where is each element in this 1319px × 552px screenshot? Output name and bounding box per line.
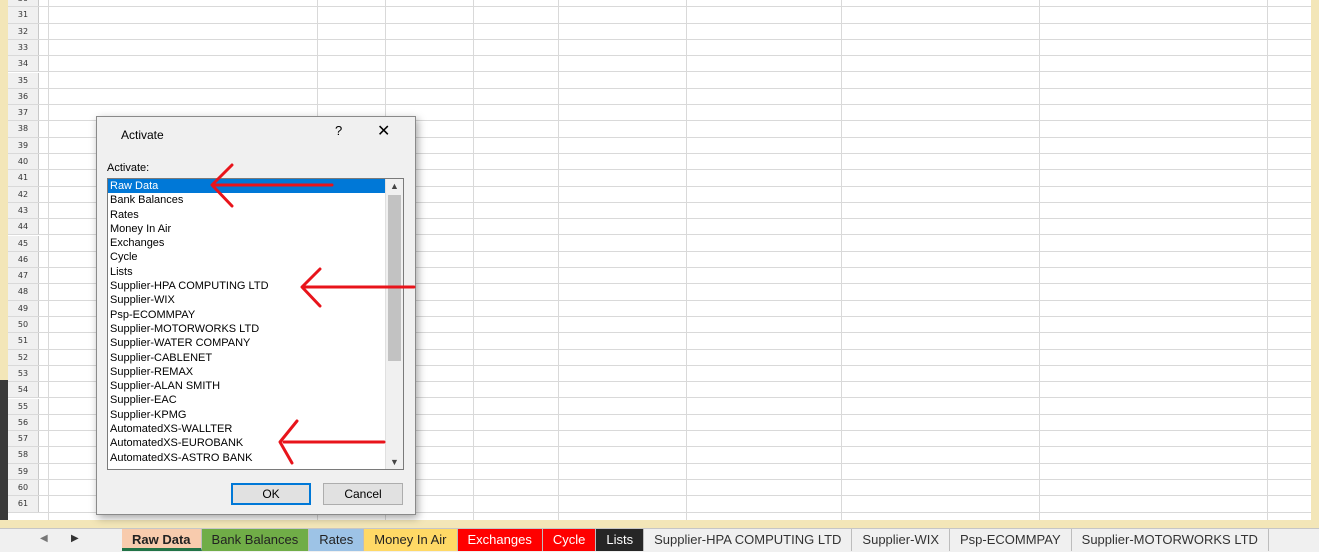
activate-dialog: Activate ? ✕ Activate: Raw Data Bank Bala… [96, 116, 416, 515]
sheet-tab[interactable]: Cycle [542, 529, 597, 551]
row-number[interactable]: 50 [8, 317, 39, 333]
sheet-list-item[interactable]: AutomatedXS-EUROBANK [108, 436, 387, 450]
help-icon[interactable]: ? [335, 123, 342, 138]
sheet-list-item[interactable]: AutomatedXS-ASTRO BANK [108, 451, 387, 465]
row-number[interactable]: 54 [8, 382, 39, 398]
row-number[interactable]: 47 [8, 268, 39, 284]
sheet-list-item[interactable]: AutomatedXS-WALLTER [108, 422, 387, 436]
row-number[interactable]: 42 [8, 186, 39, 202]
sheet-row[interactable]: 33 [8, 39, 1311, 57]
sheet-row[interactable]: 35 [8, 72, 1311, 89]
row-number[interactable]: 40 [8, 154, 39, 170]
row-number[interactable]: 53 [8, 365, 39, 382]
row-number[interactable]: 49 [8, 300, 39, 316]
sheet-tab[interactable]: Exchanges [457, 529, 543, 551]
row-number[interactable]: 33 [8, 39, 39, 56]
row-number[interactable]: 56 [8, 414, 39, 431]
row-number[interactable]: 60 [8, 480, 39, 496]
sheet-list-item[interactable]: Supplier-REMAX [108, 365, 387, 379]
row-number[interactable]: 55 [8, 398, 39, 414]
row-number[interactable]: 36 [8, 88, 39, 105]
sheet-row[interactable]: 31 [8, 7, 1311, 24]
row-number[interactable]: 32 [8, 23, 39, 39]
row-number[interactable]: 35 [8, 72, 39, 88]
listbox-scrollbar[interactable]: ▲ ▼ [385, 179, 403, 469]
row-number[interactable]: 41 [8, 170, 39, 186]
sheet-row[interactable]: 30 [8, 0, 1311, 8]
sheet-listbox[interactable]: Raw Data Bank Balances Rates Money In Air Ex… [107, 178, 404, 470]
sheet-tabs: Raw Data Bank Balances Rates Money In Air Ex… [122, 529, 1269, 552]
sheet-tab[interactable]: Bank Balances [201, 529, 310, 551]
row-number[interactable]: 46 [8, 251, 39, 268]
row-number[interactable]: 57 [8, 431, 39, 447]
scroll-thumb[interactable] [388, 195, 401, 361]
sheet-tab[interactable]: Raw Data [122, 529, 202, 551]
row-number[interactable]: 58 [8, 447, 39, 463]
close-icon[interactable]: ✕ [377, 121, 390, 141]
sheet-list-item[interactable]: Supplier-WATER COMPANY [108, 336, 387, 350]
sheet-tab[interactable]: Psp-ECOMMPAY [950, 529, 1072, 551]
sheet-list-item[interactable]: Psp-ECOMMPAY [108, 308, 387, 322]
row-number[interactable]: 59 [8, 463, 39, 479]
activate-label: Activate: [107, 162, 150, 174]
scroll-down-icon[interactable]: ▼ [386, 455, 403, 469]
row-number[interactable]: 31 [8, 7, 39, 23]
cancel-button[interactable]: Cancel [323, 483, 403, 505]
sheet-list-item[interactable]: Bank Balances [108, 193, 387, 207]
window-edge [0, 380, 8, 520]
row-number[interactable]: 39 [8, 137, 39, 153]
sheet-row[interactable]: 32 [8, 23, 1311, 40]
row-number[interactable]: 34 [8, 56, 39, 72]
row-number[interactable]: 43 [8, 202, 39, 219]
sheet-tab-bar: ◀ ▶ Raw Data Bank Balances Rates Money In A… [0, 528, 1319, 552]
sheet-list-item[interactable]: Exchanges [108, 236, 387, 250]
sheet-list-item[interactable]: Lists [108, 265, 387, 279]
sheet-list-item[interactable]: Raw Data [108, 179, 387, 194]
sheet-list-item[interactable]: Supplier-HPA COMPUTING LTD [108, 279, 387, 293]
sheet-list: Raw Data Bank Balances Rates Money In Air Ex… [108, 179, 387, 465]
row-number[interactable]: 44 [8, 219, 39, 235]
row-number[interactable]: 51 [8, 333, 39, 349]
row-number[interactable]: 48 [8, 284, 39, 300]
sheet-list-item[interactable]: Money In Air [108, 222, 387, 236]
row-number[interactable]: 52 [8, 349, 39, 365]
dialog-title: Activate [121, 128, 164, 142]
sheet-list-item[interactable]: Supplier-WIX [108, 293, 387, 307]
sheet-list-item[interactable]: Rates [108, 208, 387, 222]
sheet-list-item[interactable]: Supplier-KPMG [108, 408, 387, 422]
sheet-tab[interactable]: Rates [309, 529, 365, 551]
sheet-list-item[interactable]: Supplier-ALAN SMITH [108, 379, 387, 393]
sheet-list-item[interactable]: Supplier-CABLENET [108, 351, 387, 365]
sheet-tab[interactable]: Lists [596, 529, 645, 551]
sheet-tab[interactable]: Supplier-WIX [852, 529, 950, 551]
sheet-row[interactable]: 36 [8, 88, 1311, 106]
sheet-list-item[interactable]: Cycle [108, 250, 387, 264]
sheet-tab[interactable]: Supplier-HPA COMPUTING LTD [644, 529, 853, 551]
sheet-list-item[interactable]: Supplier-MOTORWORKS LTD [108, 322, 387, 336]
scroll-up-icon[interactable]: ▲ [386, 179, 403, 193]
sheet-row[interactable]: 34 [8, 56, 1311, 73]
scroll-tabs-left-icon[interactable]: ◀ [40, 533, 48, 544]
row-number[interactable]: 61 [8, 496, 39, 512]
sheet-tab[interactable]: Money In Air [364, 529, 458, 551]
row-number[interactable]: 45 [8, 235, 39, 251]
ok-button[interactable]: OK [231, 483, 311, 505]
row-number[interactable]: 37 [8, 105, 39, 121]
row-number[interactable]: 30 [8, 0, 39, 7]
sheet-list-item[interactable]: Supplier-EAC [108, 393, 387, 407]
row-number[interactable]: 38 [8, 121, 39, 137]
scroll-tabs-right-icon[interactable]: ▶ [71, 533, 79, 544]
sheet-tab[interactable]: Supplier-MOTORWORKS LTD [1071, 529, 1269, 551]
